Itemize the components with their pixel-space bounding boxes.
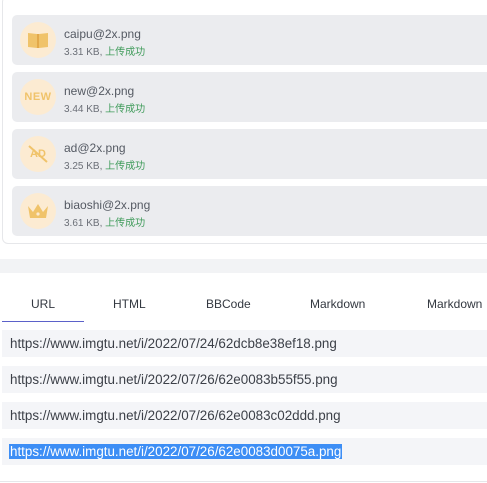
file-thumbnail: NEW: [20, 79, 56, 115]
image-url[interactable]: https://www.imgtu.net/i/2022/07/26/62e00…: [10, 372, 338, 387]
new-badge-icon: NEW: [24, 91, 52, 103]
file-card[interactable]: biaoshi@2x.png 3.61 KB, 上传成功: [12, 186, 487, 236]
file-thumbnail: AD: [20, 136, 56, 172]
link-format-tabs: URL HTML BBCode Markdown Markdown: [0, 289, 487, 323]
crown-icon: [28, 204, 48, 218]
upload-status: 上传成功: [105, 218, 146, 229]
file-name: new@2x.png: [64, 84, 135, 98]
file-size: 3.31 KB,: [64, 47, 103, 58]
image-url[interactable]: https://www.imgtu.net/i/2022/07/24/62dcb…: [10, 336, 337, 351]
file-meta: 3.44 KB, 上传成功: [64, 100, 145, 115]
file-thumbnail: [20, 193, 56, 229]
file-meta: 3.25 KB, 上传成功: [64, 157, 145, 172]
file-meta: 3.61 KB, 上传成功: [64, 214, 145, 229]
tab-bbcode[interactable]: BBCode: [206, 297, 251, 311]
tab-html[interactable]: HTML: [113, 297, 146, 311]
file-card[interactable]: AD ad@2x.png 3.25 KB, 上传成功: [12, 129, 487, 179]
image-url[interactable]: https://www.imgtu.net/i/2022/07/26/62e00…: [10, 408, 341, 423]
upload-file-list: caipu@2x.png 3.31 KB, 上传成功 NEW new@2x.pn…: [2, 0, 487, 244]
image-url-selected[interactable]: https://www.imgtu.net/i/2022/07/26/62e00…: [9, 444, 343, 459]
strike-line-icon: [28, 145, 48, 163]
upload-status: 上传成功: [105, 161, 146, 172]
link-row[interactable]: https://www.imgtu.net/i/2022/07/26/62e00…: [2, 402, 487, 429]
file-size: 3.44 KB,: [64, 104, 103, 115]
link-row[interactable]: https://www.imgtu.net/i/2022/07/26/62e00…: [2, 438, 487, 465]
link-row[interactable]: https://www.imgtu.net/i/2022/07/24/62dcb…: [2, 330, 487, 357]
book-icon: [28, 33, 48, 48]
file-name: ad@2x.png: [64, 141, 126, 155]
bottom-divider: [0, 481, 487, 482]
file-size: 3.61 KB,: [64, 218, 103, 229]
file-card[interactable]: NEW new@2x.png 3.44 KB, 上传成功: [12, 72, 487, 122]
upload-status: 上传成功: [105, 47, 146, 58]
tab-markdown[interactable]: Markdown: [310, 297, 365, 311]
link-row[interactable]: https://www.imgtu.net/i/2022/07/26/62e00…: [2, 366, 487, 393]
upload-status: 上传成功: [105, 104, 146, 115]
file-name: caipu@2x.png: [64, 27, 141, 41]
file-thumbnail: [20, 22, 56, 58]
tab-url[interactable]: URL: [31, 297, 55, 311]
active-tab-indicator: [2, 321, 84, 322]
file-meta: 3.31 KB, 上传成功: [64, 43, 145, 58]
file-size: 3.25 KB,: [64, 161, 103, 172]
tab-markdown-link[interactable]: Markdown: [427, 297, 482, 311]
section-divider: [0, 259, 487, 273]
file-card[interactable]: caipu@2x.png 3.31 KB, 上传成功: [12, 15, 487, 65]
file-name: biaoshi@2x.png: [64, 198, 151, 212]
